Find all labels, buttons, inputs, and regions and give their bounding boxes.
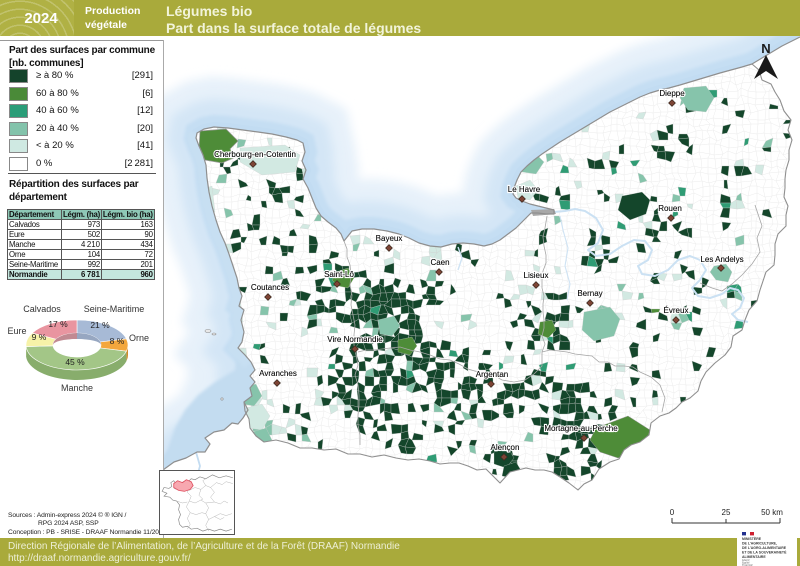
svg-text:Dieppe: Dieppe xyxy=(659,89,685,98)
svg-text:N: N xyxy=(761,41,770,56)
svg-text:Vire Normandie: Vire Normandie xyxy=(327,335,383,344)
svg-text:DE L’AGRO-ALIMENTAIRE: DE L’AGRO-ALIMENTAIRE xyxy=(742,546,787,550)
svg-text:Bernay: Bernay xyxy=(577,289,602,298)
svg-text:8 %: 8 % xyxy=(110,336,125,346)
svg-text:DE L’AGRICULTURE,: DE L’AGRICULTURE, xyxy=(742,542,777,546)
svg-text:Avranches: Avranches xyxy=(259,369,297,378)
svg-text:Bayeux: Bayeux xyxy=(376,234,403,243)
svg-text:25: 25 xyxy=(722,508,731,517)
svg-text:Le Havre: Le Havre xyxy=(508,185,541,194)
svg-text:Les Andelys: Les Andelys xyxy=(700,255,743,264)
svg-text:Seine-Maritime: Seine-Maritime xyxy=(84,304,145,314)
svg-text:17 %: 17 % xyxy=(48,319,68,329)
svg-text:Alençon: Alençon xyxy=(491,443,520,452)
svg-text:21 %: 21 % xyxy=(90,320,110,330)
svg-text:50 km: 50 km xyxy=(761,508,783,517)
svg-text:ET DE LA SOUVERAINETÉ: ET DE LA SOUVERAINETÉ xyxy=(742,549,787,554)
svg-text:Argentan: Argentan xyxy=(476,370,508,379)
svg-text:Manche: Manche xyxy=(61,383,93,393)
svg-text:Évreux: Évreux xyxy=(664,306,689,315)
svg-text:Rouen: Rouen xyxy=(658,204,682,213)
svg-text:Eure: Eure xyxy=(7,326,26,336)
svg-text:Saint-Lô: Saint-Lô xyxy=(324,270,354,279)
svg-text:Orne: Orne xyxy=(129,333,149,343)
svg-text:Caen: Caen xyxy=(430,258,449,267)
svg-text:Mortagne-au-Perche: Mortagne-au-Perche xyxy=(544,424,618,433)
svg-text:0: 0 xyxy=(670,508,675,517)
svg-text:Cherbourg-en-Cotentin: Cherbourg-en-Cotentin xyxy=(214,150,296,159)
svg-text:Calvados: Calvados xyxy=(23,304,61,314)
svg-text:MINISTÈRE: MINISTÈRE xyxy=(742,536,762,541)
svg-text:9 %: 9 % xyxy=(32,332,47,342)
svg-text:ALIMENTAIRE: ALIMENTAIRE xyxy=(742,555,766,559)
svg-text:Lisieux: Lisieux xyxy=(524,271,549,280)
svg-text:45 %: 45 % xyxy=(65,357,85,367)
svg-text:Coutances: Coutances xyxy=(251,283,289,292)
